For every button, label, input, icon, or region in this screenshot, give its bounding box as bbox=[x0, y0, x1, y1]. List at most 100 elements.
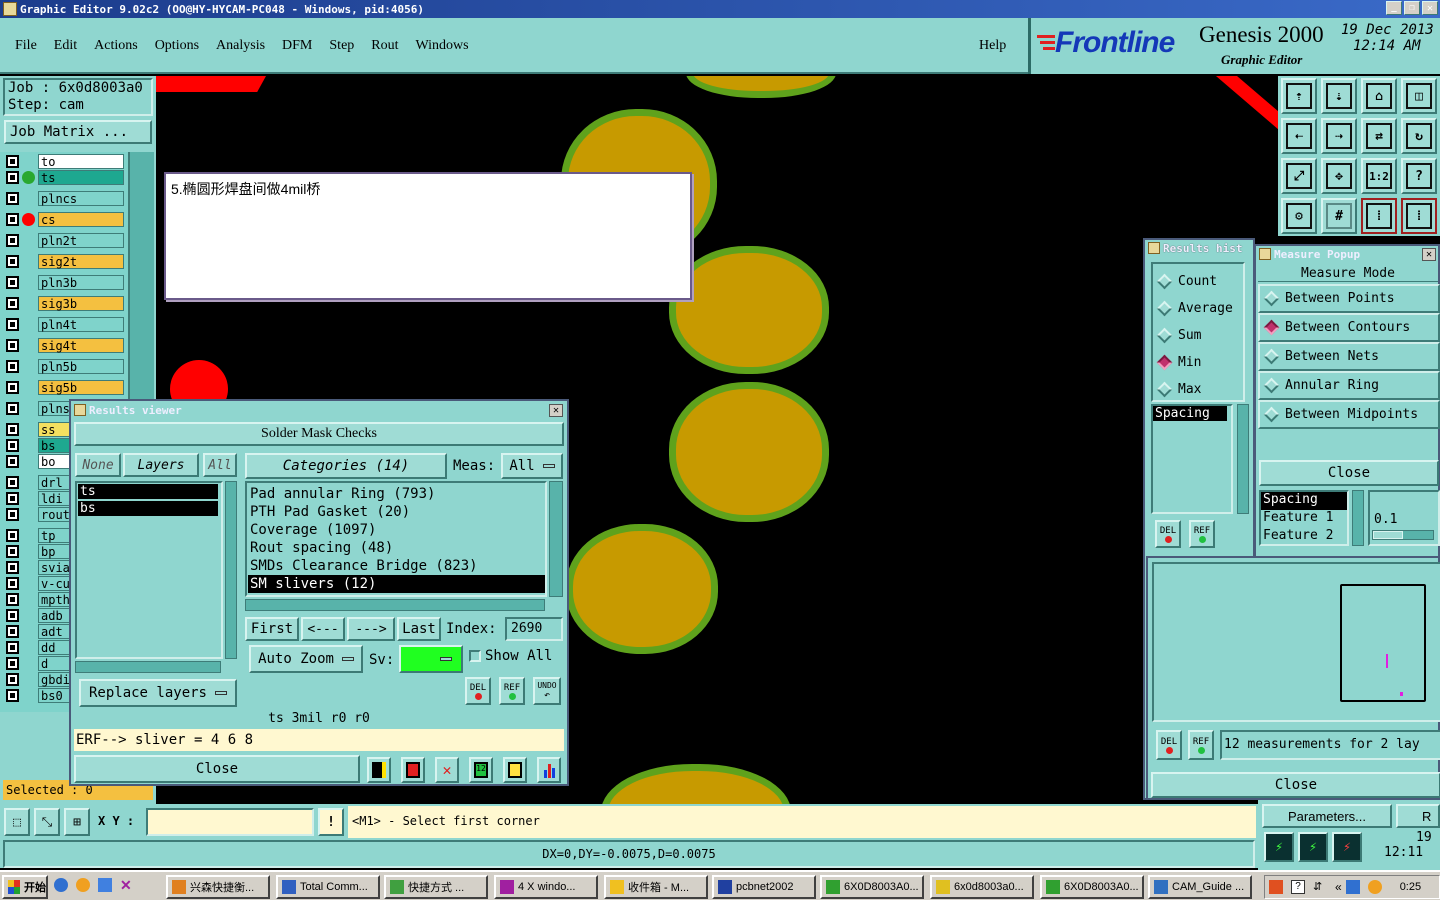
layer-checkbox[interactable] bbox=[6, 276, 19, 289]
spacing-list[interactable]: Spacing Feature 1 Feature 2 bbox=[1259, 490, 1349, 546]
window-split-icon[interactable]: ◫ bbox=[1401, 78, 1437, 114]
spacing-item[interactable]: Feature 2 bbox=[1261, 528, 1347, 546]
layer-checkbox[interactable] bbox=[6, 561, 19, 574]
histogram-icon[interactable] bbox=[537, 757, 561, 783]
layer-name[interactable]: pln3b bbox=[38, 275, 124, 290]
rotate-icon[interactable]: ↻ bbox=[1401, 118, 1437, 154]
layer-checkbox[interactable] bbox=[6, 155, 19, 168]
menu-file[interactable]: File bbox=[15, 38, 37, 54]
layer-checkbox[interactable] bbox=[6, 402, 19, 415]
layer-checkbox[interactable] bbox=[6, 657, 19, 670]
layer-name[interactable]: to bbox=[38, 154, 124, 169]
measure-mode-between-points[interactable]: Between Points bbox=[1258, 284, 1440, 313]
flip-icon[interactable]: ⇄ bbox=[1361, 118, 1397, 154]
layer-name[interactable]: cs bbox=[38, 212, 124, 227]
category-item[interactable]: PTH Pad Gasket (20) bbox=[248, 503, 545, 521]
tray-network-icon[interactable]: ⇵ bbox=[1313, 880, 1327, 894]
minimap[interactable] bbox=[1152, 562, 1440, 722]
menu-windows[interactable]: Windows bbox=[416, 38, 469, 54]
stop-icon[interactable]: ⚡ bbox=[1332, 832, 1362, 862]
measure-close-button-2[interactable]: Close bbox=[1151, 772, 1440, 798]
layers-stack-icon[interactable]: ⁞ bbox=[1361, 198, 1397, 234]
close-icon[interactable]: ✕ bbox=[549, 403, 563, 417]
category-list[interactable]: Pad annular Ring (793) PTH Pad Gasket (20… bbox=[245, 481, 547, 597]
taskbar-item[interactable]: 快捷方式 ... bbox=[384, 875, 488, 899]
layer-row-sig3b[interactable]: sig3b bbox=[6, 296, 124, 311]
draw-mode-icon[interactable]: ⤡ bbox=[34, 808, 60, 836]
report-icon[interactable] bbox=[503, 757, 527, 783]
stat-option-average[interactable]: Average bbox=[1153, 295, 1243, 322]
grid-icon[interactable]: # bbox=[1321, 198, 1357, 234]
tools-icon[interactable]: ⚙ bbox=[1281, 198, 1317, 234]
taskbar-item[interactable]: pcbnet2002 bbox=[712, 875, 816, 899]
spacing-scrollbar[interactable] bbox=[1352, 490, 1364, 546]
tray-ime-icon[interactable] bbox=[1345, 880, 1360, 894]
taskbar-item[interactable]: Total Comm... bbox=[276, 875, 380, 899]
zoom-fit-icon[interactable]: ⤢ bbox=[1281, 158, 1317, 194]
layer-result-list[interactable]: ts bs bbox=[75, 481, 223, 659]
pan-left-icon[interactable]: ⇠ bbox=[1281, 118, 1317, 154]
menu-step[interactable]: Step bbox=[329, 38, 354, 54]
layer-row-sig2t[interactable]: sig2t bbox=[6, 254, 124, 269]
layer-checkbox[interactable] bbox=[6, 455, 19, 468]
layer-name[interactable]: pln2t bbox=[38, 233, 124, 248]
taskbar-item[interactable]: CAM_Guide ... bbox=[1148, 875, 1252, 899]
radio-icon[interactable] bbox=[1156, 381, 1173, 398]
layer-name[interactable]: plncs bbox=[38, 191, 124, 206]
history-scrollbar[interactable] bbox=[1237, 404, 1249, 514]
tray-help-icon[interactable]: ? bbox=[1291, 880, 1305, 894]
radio-icon[interactable] bbox=[1263, 319, 1280, 336]
minimize-button[interactable]: _ bbox=[1386, 1, 1402, 15]
category-item[interactable]: Coverage (1097) bbox=[248, 521, 545, 539]
radio-icon[interactable] bbox=[1156, 327, 1173, 344]
tab-all[interactable]: All bbox=[203, 453, 237, 477]
step-icon[interactable]: 12 bbox=[469, 757, 493, 783]
home-view-icon[interactable]: ⌂ bbox=[1361, 78, 1397, 114]
layer-checkbox[interactable] bbox=[6, 381, 19, 394]
layer-name[interactable]: pln5b bbox=[38, 359, 124, 374]
menu-rout[interactable]: Rout bbox=[371, 38, 398, 54]
radio-icon[interactable] bbox=[1263, 290, 1280, 307]
layer-result-hscrollbar[interactable] bbox=[75, 661, 221, 673]
stat-option-count[interactable]: Count bbox=[1153, 268, 1243, 295]
layer-checkbox[interactable] bbox=[6, 476, 19, 489]
right-param-button[interactable]: R bbox=[1396, 804, 1440, 828]
undo-button[interactable]: UNDO ↶ bbox=[533, 677, 561, 705]
radio-icon[interactable] bbox=[1263, 406, 1280, 423]
help-icon[interactable]: ? bbox=[1401, 158, 1437, 194]
result-layer-item[interactable]: bs bbox=[78, 501, 218, 516]
auto-zoom-dropdown[interactable]: Auto Zoom bbox=[249, 645, 363, 673]
layer-checkbox[interactable] bbox=[6, 508, 19, 521]
stat-option-sum[interactable]: Sum bbox=[1153, 322, 1243, 349]
sv-color-dropdown[interactable] bbox=[399, 645, 463, 673]
category-item[interactable]: SM slivers (12) bbox=[248, 575, 545, 593]
layer-checkbox[interactable] bbox=[6, 641, 19, 654]
index-input[interactable]: 2690 bbox=[505, 617, 563, 641]
radio-icon[interactable] bbox=[1156, 300, 1173, 317]
settings-icon[interactable] bbox=[98, 878, 112, 892]
taskbar-item[interactable]: 6X0D8003A0... bbox=[820, 875, 924, 899]
menu-analysis[interactable]: Analysis bbox=[216, 38, 265, 54]
ruler-icon[interactable] bbox=[367, 757, 391, 783]
xy-input[interactable] bbox=[146, 808, 314, 836]
layer-name[interactable]: sig2t bbox=[38, 254, 124, 269]
clock-icon[interactable] bbox=[76, 878, 90, 892]
menu-help[interactable]: Help bbox=[979, 38, 1006, 54]
next-button[interactable]: ---> bbox=[347, 617, 395, 641]
history-list[interactable]: Spacing bbox=[1151, 404, 1233, 514]
stat-option-max[interactable]: Max bbox=[1153, 376, 1243, 403]
prev-button[interactable]: <--- bbox=[301, 617, 345, 641]
category-item[interactable]: Rout spacing (48) bbox=[248, 539, 545, 557]
center-icon[interactable]: ✥ bbox=[1321, 158, 1357, 194]
radio-icon[interactable] bbox=[1156, 273, 1173, 290]
categories-button[interactable]: Categories (14) bbox=[245, 453, 447, 479]
run-step-icon[interactable]: ⚡ bbox=[1298, 832, 1328, 862]
tray-clock-icon[interactable] bbox=[1367, 880, 1382, 894]
category-item[interactable]: Pad annular Ring (793) bbox=[248, 485, 545, 503]
tab-layers[interactable]: Layers bbox=[123, 453, 199, 477]
layer-checkbox[interactable] bbox=[6, 529, 19, 542]
layer-checkbox[interactable] bbox=[6, 213, 19, 226]
layer-name[interactable]: sig4t bbox=[38, 338, 124, 353]
measure-mode-between-nets[interactable]: Between Nets bbox=[1258, 342, 1440, 371]
results-close-button[interactable]: Close bbox=[74, 755, 360, 783]
